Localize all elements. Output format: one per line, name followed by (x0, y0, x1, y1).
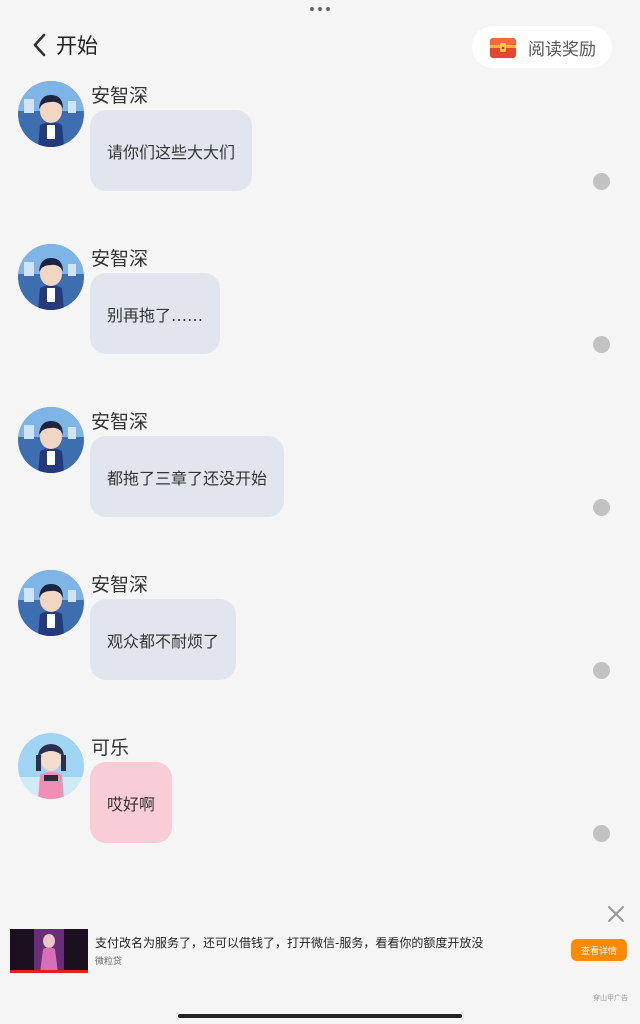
chat-message: 可乐 哎好啊 (0, 733, 640, 883)
ad-banner[interactable]: 支付改名为服务了，还可以借钱了，打开微信-服务，看看你的额度开放没 微粒贷 查看… (0, 927, 640, 975)
back-button[interactable]: 开始 (30, 30, 98, 60)
treasure-chest-icon (490, 38, 516, 58)
avatar[interactable] (18, 733, 84, 799)
chat-message: 安智深 别再拖了…… (0, 244, 640, 394)
boy-avatar-icon (18, 407, 84, 473)
sender-name: 安智深 (91, 574, 149, 596)
dot (318, 7, 322, 11)
ad-details-button[interactable]: 查看详情 (571, 939, 627, 961)
dot (310, 7, 314, 11)
boy-avatar-icon (18, 81, 84, 147)
message-bubble[interactable]: 观众都不耐烦了 (90, 599, 237, 680)
ad-thumbnail[interactable] (10, 929, 88, 973)
reading-reward-label: 阅读奖励 (528, 39, 596, 60)
message-bubble[interactable]: 请你们这些大大们 (90, 110, 253, 191)
dot (326, 7, 330, 11)
sender-name: 安智深 (91, 85, 149, 107)
boy-avatar-icon (18, 570, 84, 636)
sender-name: 安智深 (91, 411, 149, 433)
top-bar: 开始 阅读奖励 (0, 26, 640, 68)
chat-message: 安智深 都拖了三章了还没开始 (0, 407, 640, 557)
reading-reward-button[interactable]: 阅读奖励 (472, 26, 612, 68)
sender-name: 可乐 (91, 737, 130, 759)
ad-video-thumbnail-icon (10, 929, 88, 973)
boy-avatar-icon (18, 244, 84, 310)
avatar[interactable] (18, 407, 84, 473)
avatar[interactable] (18, 81, 84, 147)
message-bubble[interactable]: 别再拖了…… (90, 273, 221, 354)
message-status-dot[interactable] (593, 336, 610, 353)
message-status-dot[interactable] (593, 499, 610, 516)
ad-source: 微粒贷 (95, 957, 123, 967)
close-icon[interactable] (607, 905, 625, 923)
ad-title[interactable]: 支付改名为服务了，还可以借钱了，打开微信-服务，看看你的额度开放没 (95, 934, 483, 951)
window-menu-dots[interactable] (310, 7, 330, 11)
page-title: 开始 (56, 34, 98, 58)
message-status-dot[interactable] (593, 173, 610, 190)
chat-message: 安智深 请你们这些大大们 (0, 81, 640, 231)
chevron-left-icon (33, 33, 46, 57)
ad-tag: 穿山甲广告 (593, 994, 628, 1002)
girl-avatar-icon (18, 733, 84, 799)
message-status-dot[interactable] (593, 825, 610, 842)
avatar[interactable] (18, 570, 84, 636)
avatar[interactable] (18, 244, 84, 310)
message-bubble[interactable]: 哎好啊 (90, 762, 173, 843)
message-bubble[interactable]: 都拖了三章了还没开始 (90, 436, 285, 517)
sender-name: 安智深 (91, 248, 149, 270)
home-indicator[interactable] (178, 1014, 462, 1018)
message-status-dot[interactable] (593, 662, 610, 679)
chat-message: 安智深 观众都不耐烦了 (0, 570, 640, 720)
